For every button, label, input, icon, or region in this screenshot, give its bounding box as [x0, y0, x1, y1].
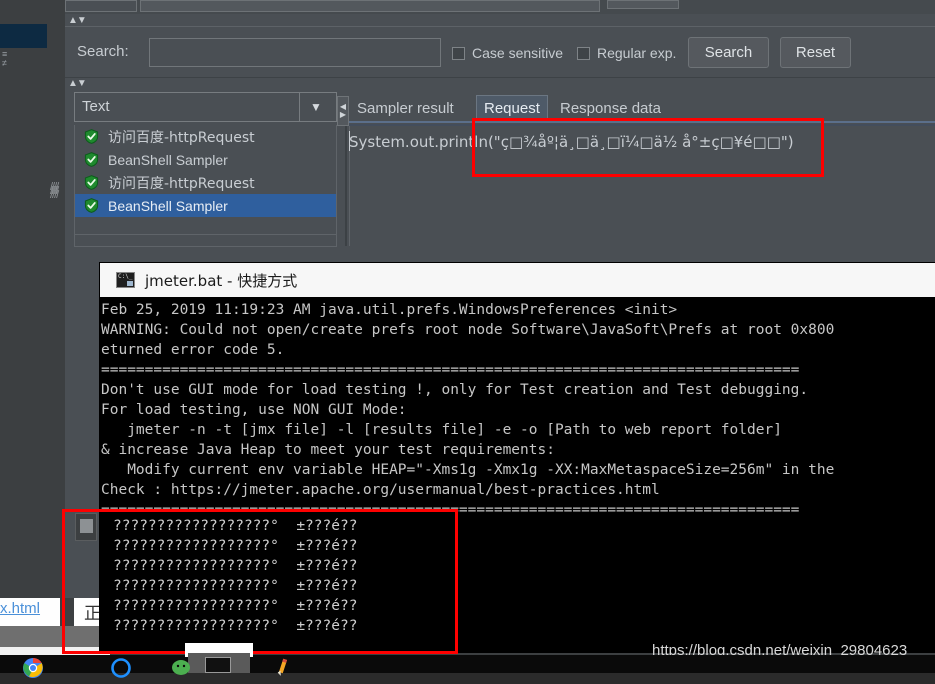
console-line: jmeter -n -t [jmx file] -l [results file… [101, 422, 782, 438]
tree-item-label: BeanShell Sampler [108, 197, 228, 214]
top-small-field[interactable] [65, 0, 137, 12]
chevron-up-icon[interactable]: ▲ [68, 16, 78, 26]
tree-item[interactable]: BeanShell Sampler [75, 194, 336, 217]
case-sensitive-checkbox-group[interactable]: Case sensitive [452, 45, 563, 61]
tree-item-label: BeanShell Sampler [108, 151, 228, 168]
console-line: For load testing, use NON GUI Mode: [101, 402, 407, 418]
annotation-rect-request [472, 118, 824, 177]
chevron-down-icon[interactable]: ▼ [77, 16, 87, 26]
console-line: Modify current env variable HEAP="-Xms1g… [101, 462, 835, 478]
search-button[interactable]: Search [688, 37, 769, 68]
success-shield-icon [84, 129, 99, 144]
console-line: ========================================… [101, 362, 800, 378]
success-shield-icon [84, 198, 99, 213]
console-line: Feb 25, 2019 11:19:23 AM java.util.prefs… [101, 302, 678, 318]
regular-exp-label: Regular exp. [597, 45, 677, 61]
console-line: WARNING: Could not open/create prefs roo… [101, 322, 835, 338]
results-tree-filler [74, 235, 337, 247]
console-line: Don't use GUI mode for load testing !, o… [101, 382, 809, 398]
tree-item[interactable]: 访问百度-httpRequest [75, 125, 336, 148]
split-collapse-arrows-top[interactable]: ▲ ▼ [68, 15, 87, 26]
pane-divider-line [345, 126, 347, 246]
tree-item-label: 访问百度-httpRequest [108, 129, 255, 146]
search-label: Search: [77, 43, 129, 60]
results-tree[interactable]: 访问百度-httpRequest BeanShell Sampler 访问百度-ht… [74, 125, 337, 235]
tab-sampler-result[interactable]: Sampler result [349, 95, 462, 121]
search-input[interactable] [149, 38, 441, 67]
tree-item[interactable]: 访问百度-httpRequest [75, 171, 336, 194]
chevron-right-icon[interactable]: ▶ [340, 111, 346, 119]
regular-exp-checkbox-group[interactable]: Regular exp. [577, 45, 676, 61]
background-editor-sidebar [0, 0, 48, 598]
console-line: eturned error code 5. [101, 342, 285, 358]
reset-button[interactable]: Reset [780, 37, 851, 68]
background-sidebar-selected-row[interactable] [0, 24, 47, 48]
regular-exp-checkbox[interactable] [577, 46, 590, 60]
case-sensitive-label: Case sensitive [472, 45, 564, 61]
console-title-text: jmeter.bat - 快捷方式 [145, 271, 298, 290]
render-format-combo[interactable] [74, 92, 337, 122]
cortana-icon[interactable] [110, 657, 132, 679]
case-sensitive-checkbox[interactable] [452, 46, 465, 60]
console-line: & increase Java Heap to meet your test r… [101, 442, 555, 458]
background-link[interactable]: x.html [0, 600, 40, 617]
wechat-icon[interactable] [170, 657, 192, 679]
annotation-rect-console [62, 509, 458, 654]
pencil-icon[interactable] [272, 657, 294, 679]
tree-item-label: 访问百度-httpRequest [108, 175, 255, 192]
render-format-value: Text [82, 98, 110, 115]
console-icon [116, 272, 135, 288]
chevron-down-icon[interactable]: ▼ [77, 79, 87, 89]
success-shield-icon [84, 175, 99, 190]
console-title-bar[interactable]: jmeter.bat - 快捷方式 [100, 263, 935, 297]
top-wide-field[interactable] [140, 0, 600, 12]
success-shield-icon [84, 152, 99, 167]
top-button-stub[interactable] [607, 0, 679, 9]
pane-expand-arrows[interactable]: ◀ ▶ [337, 96, 349, 126]
chevron-down-icon[interactable]: ▼ [310, 101, 322, 113]
taskbar-cmd-icon[interactable] [205, 657, 231, 673]
chrome-icon[interactable] [22, 657, 44, 679]
split-collapse-arrows-bottom[interactable]: ▲ ▼ [68, 78, 87, 89]
splitter-grip-icon[interactable]: //////////// [50, 182, 62, 209]
chevron-up-icon[interactable]: ▲ [68, 79, 78, 89]
console-output: Feb 25, 2019 11:19:23 AM java.util.prefs… [100, 300, 935, 520]
tree-item[interactable]: BeanShell Sampler [75, 148, 336, 171]
background-sidebar-glyph: ≡ ≠ [2, 49, 8, 68]
combo-separator [299, 93, 300, 121]
console-line: Check : https://jmeter.apache.org/userma… [101, 482, 660, 498]
taskbar[interactable] [0, 655, 935, 673]
